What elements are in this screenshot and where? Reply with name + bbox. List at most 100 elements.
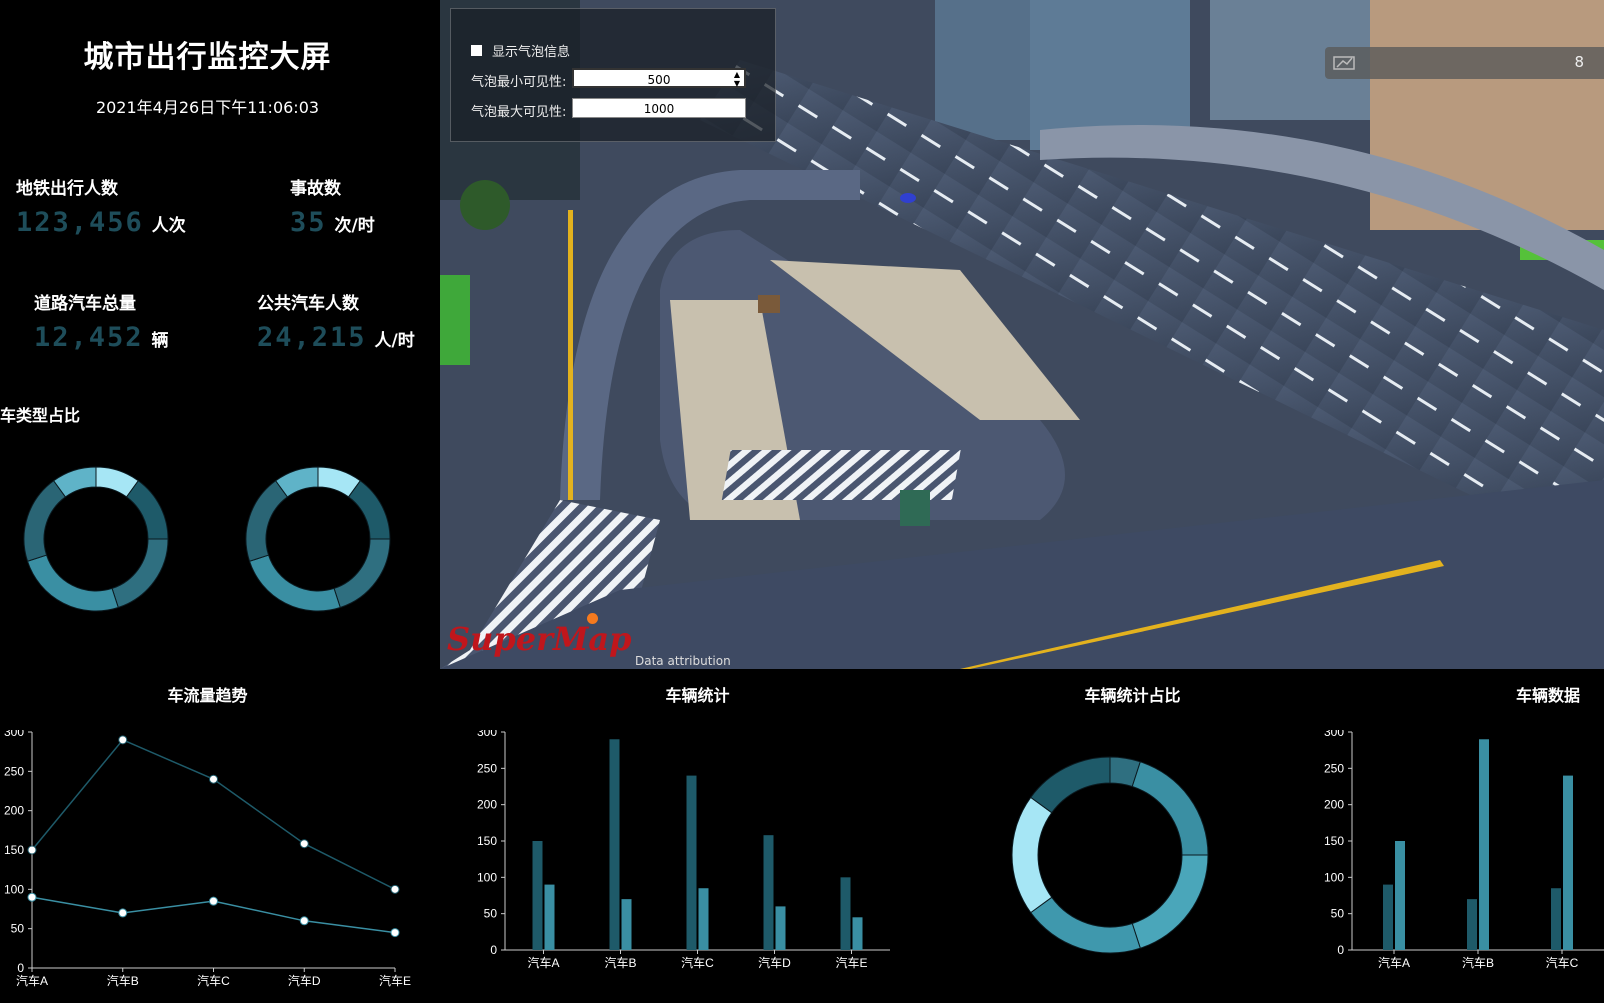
bar xyxy=(852,917,863,950)
dashboard-title: 城市出行监控大屏 xyxy=(83,40,332,75)
bar xyxy=(775,906,786,950)
grass xyxy=(440,275,470,365)
stat-accident: 事故数 35 次/时 xyxy=(290,174,375,238)
series-line-1 xyxy=(31,738,396,891)
donut-slice xyxy=(333,538,391,609)
bar xyxy=(621,899,632,950)
x-tick-label: 汽车C xyxy=(1546,955,1579,970)
bar xyxy=(698,888,709,950)
stepper-icon[interactable]: ▲ ▼ xyxy=(734,70,740,88)
donut-slice xyxy=(23,480,67,562)
data-point xyxy=(27,845,37,855)
logo-dot-icon xyxy=(587,613,598,624)
bubble-max-input[interactable]: 1000 xyxy=(572,98,746,118)
data-point xyxy=(209,896,218,906)
y-tick-label: 100 xyxy=(477,870,497,884)
y-tick-label: 50 xyxy=(11,922,25,936)
bubble-max-label: 气泡最大可见性: xyxy=(471,105,567,120)
bar xyxy=(763,835,774,950)
bar xyxy=(686,775,697,950)
x-tick-label: 汽车D xyxy=(758,955,791,970)
bar xyxy=(1563,775,1573,950)
bar xyxy=(1467,899,1477,950)
data-attribution-link[interactable]: Data attribution xyxy=(635,654,731,668)
stat-bus-unit: 人/时 xyxy=(374,331,415,351)
bar xyxy=(1479,739,1489,950)
stats-title: 车辆统计 xyxy=(665,686,730,705)
data-point xyxy=(209,774,218,784)
donut-slice xyxy=(1131,854,1209,949)
stat-subway-label: 地铁出行人数 xyxy=(16,179,118,199)
bubble-min-input[interactable]: 500 ▲ ▼ xyxy=(572,68,746,88)
x-tick-label: 汽车B xyxy=(1462,955,1494,970)
fps-indicator: 8 xyxy=(1325,47,1604,79)
y-tick-label: 0 xyxy=(1337,943,1344,957)
y-tick-label: 200 xyxy=(477,798,497,812)
x-tick-label: 汽车E xyxy=(379,973,411,988)
donut-slice xyxy=(1030,756,1111,814)
donut-slice xyxy=(26,554,119,612)
y-tick-label: 100 xyxy=(1324,870,1344,884)
trend-title: 车流量趋势 xyxy=(167,686,248,705)
donut-slice xyxy=(347,480,391,540)
vehicle-type-donuts xyxy=(23,466,391,612)
bar xyxy=(532,841,543,950)
data-point xyxy=(27,892,37,902)
x-tick-label: 汽车A xyxy=(527,955,559,970)
y-tick-label: 150 xyxy=(1324,834,1344,848)
stat-bus-value: 24,215 xyxy=(257,322,367,353)
fps-icon xyxy=(1333,56,1355,70)
fps-value: 8 xyxy=(1574,53,1584,71)
car xyxy=(900,193,916,203)
bar xyxy=(1383,884,1393,950)
stat-subway: 地铁出行人数 123,456 人次 xyxy=(16,174,186,238)
bubble-max-value: 1000 xyxy=(643,102,675,116)
stat-road-label: 道路汽车总量 xyxy=(34,294,136,314)
y-tick-label: 0 xyxy=(490,943,497,957)
y-tick-label: 150 xyxy=(4,843,24,857)
trend-line-chart: 0 50 100 150 200 250 300 汽车A 汽车B 汽车C 汽车D 汽车E xyxy=(4,730,411,988)
ratio-donut-chart xyxy=(1011,756,1209,954)
x-tick-label: 汽车D xyxy=(288,973,321,988)
bar xyxy=(544,884,555,950)
x-tick-label: 汽车A xyxy=(16,973,48,988)
bar xyxy=(609,739,620,950)
y-tick-label: 50 xyxy=(1331,907,1345,921)
data-point xyxy=(390,884,400,894)
bus xyxy=(900,490,930,526)
bubble-min-value: 500 xyxy=(647,73,671,87)
donut-slice xyxy=(248,554,341,612)
stat-accident-label: 事故数 xyxy=(290,179,341,199)
y-tick-label: 100 xyxy=(4,882,24,896)
vehicle-type-donut-right xyxy=(245,466,391,612)
y-tick-label: 250 xyxy=(1324,761,1344,775)
x-tick-label: 汽车C xyxy=(681,955,714,970)
stat-bus: 公共汽车人数 24,215 人/时 xyxy=(257,289,415,353)
stats-bar-chart: 0 50 100 150 200 250 300 汽车A 汽车B 汽车C 汽车D 汽车E xyxy=(477,730,890,970)
x-tick-label: 汽车C xyxy=(197,973,230,988)
x-tick-label: 汽车B xyxy=(107,973,139,988)
stat-road: 道路汽车总量 12,452 辆 xyxy=(34,289,169,353)
donut-slice xyxy=(1011,796,1053,914)
y-tick-label: 200 xyxy=(1324,798,1344,812)
supermap-logo: SuperMap xyxy=(447,620,632,658)
vehicle-type-title: 汽车类型占比 xyxy=(0,406,81,425)
y-tick-label: 300 xyxy=(4,730,24,739)
y-tick-label: 50 xyxy=(484,907,498,921)
y-tick-label: 200 xyxy=(4,804,24,818)
bubble-checkbox[interactable] xyxy=(471,45,482,56)
bubble-checkbox-label: 显示气泡信息 xyxy=(492,45,571,60)
data-point xyxy=(390,928,400,938)
stat-accident-unit: 次/时 xyxy=(334,216,375,236)
stat-subway-value: 123,456 xyxy=(16,207,144,238)
data-title: 车辆数据 xyxy=(1516,686,1581,705)
stat-road-value: 12,452 xyxy=(34,322,144,353)
bar xyxy=(1395,841,1405,950)
data-bar-chart: 0 50 100 150 200 250 300 汽车A 汽车B 汽车C xyxy=(1324,730,1604,970)
y-tick-label: 150 xyxy=(477,834,497,848)
stat-bus-label: 公共汽车人数 xyxy=(257,294,359,314)
y-tick-label: 300 xyxy=(477,730,497,739)
data-point xyxy=(299,916,309,926)
vehicle-type-donut-left xyxy=(23,466,169,612)
y-tick-label: 250 xyxy=(4,764,24,778)
